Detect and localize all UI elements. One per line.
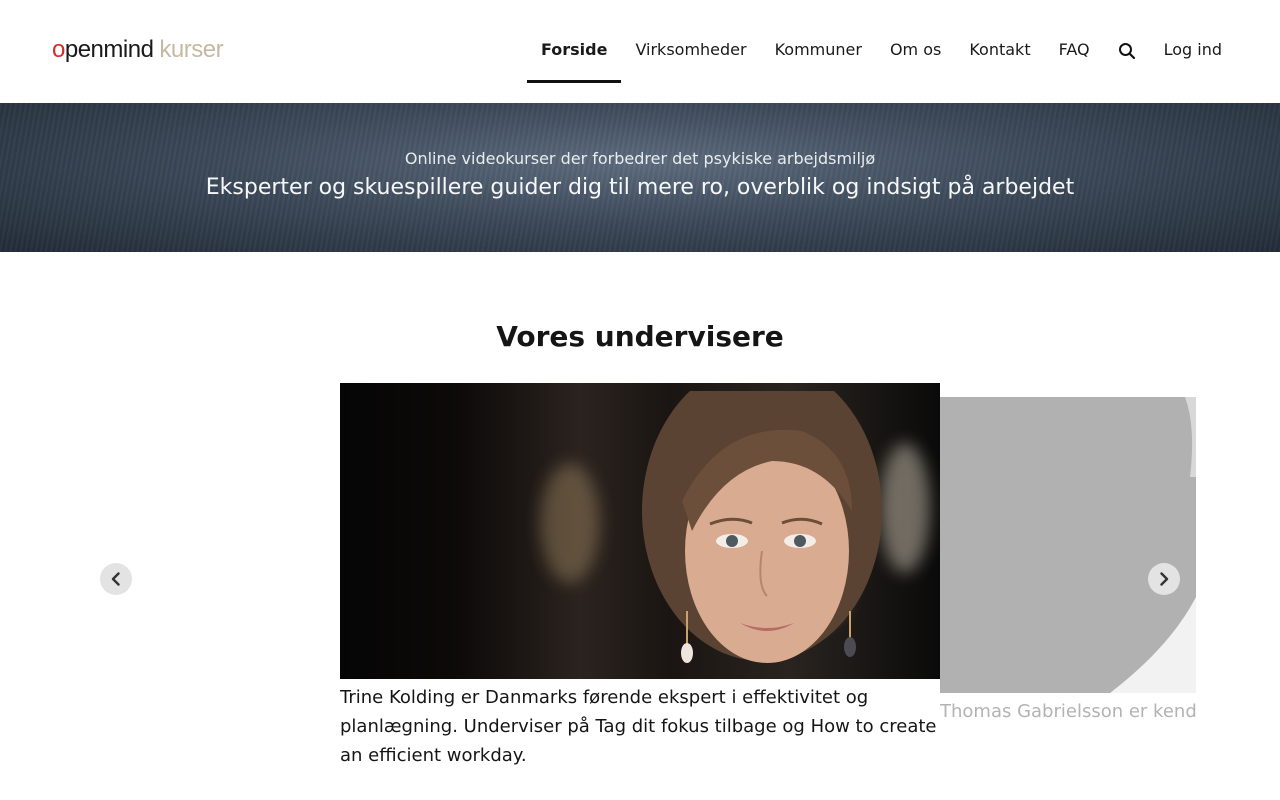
instructor-caption: Trine Kolding er Danmarks førende eksper… [340,687,937,766]
login-link[interactable]: Log ind [1150,0,1236,103]
hero-banner: Online videokurser der forbedrer det psy… [0,103,1280,252]
instructor-slide-next[interactable]: Thomas Gabrielsson er kendt fra film og … [940,397,1196,800]
search-icon[interactable] [1104,0,1150,103]
nav-item-forside[interactable]: Forside [526,0,622,103]
instructor-caption-next: Thomas Gabrielsson er kendt fra film og … [940,701,1196,722]
logo-word-kurser: kurser [159,36,224,63]
instructor-photo-next [940,397,1196,693]
instructor-slide-active[interactable]: Trine Kolding er Danmarks førende eksper… [340,383,940,770]
portrait-illustration [642,391,882,663]
logo-word-penmind: penmind [64,36,154,63]
chevron-right-icon [1160,572,1169,586]
carousel-prev-button[interactable] [100,563,132,595]
site-logo[interactable]: openmind kurser [52,36,224,64]
site-header: openmind kurser Forside Virksomheder Komm… [0,0,1280,103]
nav-item-faq[interactable]: FAQ [1045,0,1104,103]
nav-item-kommuner[interactable]: Kommuner [761,0,876,103]
nav-item-om-os[interactable]: Om os [876,0,955,103]
portrait-illustration-next [1110,397,1196,693]
instructors-carousel: Trine Kolding er Danmarks førende eksper… [0,383,1280,800]
hero-subtitle: Online videokurser der forbedrer det psy… [404,149,876,168]
main-nav: Forside Virksomheder Kommuner Om os Kont… [526,0,1236,103]
logo-letter-o: o [52,36,65,63]
chevron-left-icon [111,572,120,586]
hero-title: Eksperter og skuespillere guider dig til… [205,175,1075,200]
nav-item-virksomheder[interactable]: Virksomheder [621,0,760,103]
nav-item-kontakt[interactable]: Kontakt [955,0,1044,103]
instructor-photo [340,383,940,679]
instructors-heading: Vores undervisere [496,320,784,353]
carousel-next-button[interactable] [1148,563,1180,595]
